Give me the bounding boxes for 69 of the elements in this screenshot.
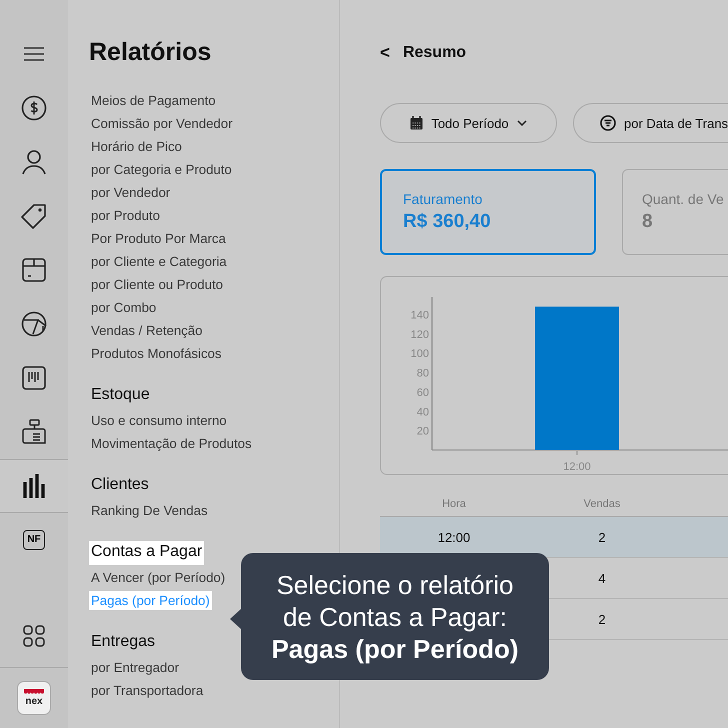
nf-icon: NF — [23, 530, 45, 550]
report-link[interactable]: Produtos Monofásicos — [89, 344, 224, 363]
y-tick-label: 100 — [410, 348, 429, 360]
section-heading: Contas a Pagar — [89, 541, 204, 565]
back-button[interactable]: < — [380, 43, 390, 63]
filter-icon — [600, 115, 616, 131]
card-label: Faturamento — [403, 191, 484, 207]
bar-chart-icon — [23, 474, 45, 498]
column-header: Hora — [441, 498, 467, 512]
report-link[interactable]: por Entregador — [89, 658, 181, 677]
tooltip-text: de Contas a Pagar: — [282, 600, 508, 632]
menu-icon — [23, 46, 45, 62]
report-link[interactable]: por Cliente ou Produto — [89, 275, 225, 294]
rail-item[interactable] — [0, 459, 68, 513]
page-title: Resumo — [402, 44, 466, 62]
card-label: Quant. de Ve — [642, 191, 725, 207]
logo-text: nex — [25, 697, 43, 707]
report-link[interactable]: Horário de Pico — [89, 137, 184, 156]
app-logo[interactable]: nex — [17, 681, 51, 715]
report-link[interactable]: por Combo — [89, 298, 158, 317]
column-header: Vendas — [582, 498, 622, 512]
cash-register-icon — [22, 419, 46, 445]
ball-icon — [21, 311, 47, 337]
card-value: R$ 360,40 — [403, 211, 492, 233]
report-link[interactable]: Movimentação de Produtos — [89, 434, 254, 453]
report-link[interactable]: por Produto — [89, 206, 162, 225]
panel-title: Relatórios — [89, 37, 212, 67]
x-tick — [576, 450, 578, 456]
box-icon — [22, 258, 46, 282]
report-link[interactable]: Meios de Pagamento — [89, 91, 218, 110]
filter-button[interactable]: Todo Período — [380, 103, 557, 143]
report-link[interactable]: Comissão por Vendedor — [89, 114, 234, 133]
x-tick-label: 12:00 — [563, 461, 591, 473]
y-tick-label: 20 — [416, 426, 429, 438]
rail-item[interactable]: NF — [0, 513, 68, 567]
y-tick-label: 60 — [416, 386, 429, 399]
table-row[interactable]: 12:00 2 — [380, 517, 728, 558]
report-link[interactable]: por Transportadora — [89, 681, 206, 700]
report-link[interactable]: por Cliente e Categoria — [89, 252, 229, 271]
tooltip-text: Selecione o relatório — [276, 568, 514, 600]
table-cell: 2 — [598, 530, 606, 544]
report-link[interactable]: Uso e consumo interno — [89, 411, 229, 430]
tooltip-text: Pagas (por Período) — [271, 632, 519, 664]
chevron-down-icon — [516, 120, 527, 126]
grid-icon — [23, 625, 45, 647]
y-tick-label: 140 — [410, 309, 429, 322]
report-link[interactable]: Ranking De Vendas — [89, 501, 210, 520]
section-heading: Clientes — [90, 475, 150, 495]
y-tick-label: 40 — [416, 406, 429, 418]
section-heading: Entregas — [90, 632, 156, 652]
y-tick-label: 120 — [410, 328, 429, 341]
table-cell: 4 — [598, 570, 606, 586]
table-cell: 2 — [598, 612, 606, 626]
tag-icon — [21, 203, 47, 229]
table-cell: 12:00 — [438, 530, 470, 544]
awning-icon — [24, 689, 44, 695]
report-link[interactable]: por Vendedor — [89, 183, 172, 202]
dollar-coin-icon — [21, 95, 47, 121]
report-link[interactable]: por Categoria e Produto — [89, 160, 234, 179]
card-value: 8 — [642, 211, 654, 233]
calendar-icon — [410, 116, 424, 130]
barcode-icon — [22, 366, 46, 390]
report-link[interactable]: Por Produto Por Marca — [89, 229, 228, 248]
y-tick-label: 80 — [416, 368, 429, 380]
filter-button[interactable]: por Data de Trans — [573, 103, 728, 143]
person-icon — [22, 149, 46, 175]
report-link[interactable]: Vendas / Retenção — [89, 321, 204, 340]
report-link[interactable]: A Vencer (por Período) — [89, 568, 228, 587]
section-heading: Estoque — [90, 385, 151, 405]
